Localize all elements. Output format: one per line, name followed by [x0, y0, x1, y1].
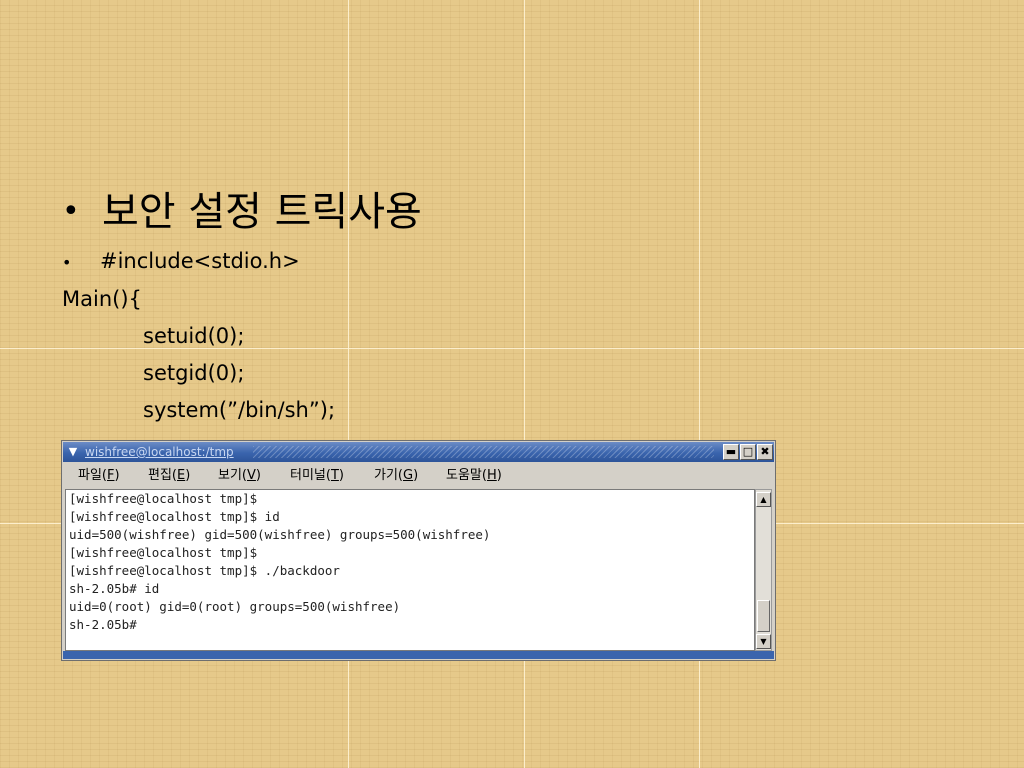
menu-help[interactable]: 도움말(H) — [446, 463, 502, 489]
terminal-line: sh-2.05b# — [69, 617, 137, 632]
bullet-icon: • — [62, 194, 80, 229]
code-line-main: Main(){ — [62, 287, 142, 311]
terminal-output: [wishfree@localhost tmp]$ [wishfree@local… — [69, 490, 490, 634]
menu-terminal[interactable]: 터미널(T) — [290, 463, 344, 489]
heading-text: 보안 설정 트릭사용 — [102, 189, 422, 235]
menu-go[interactable]: 가기(G) — [374, 463, 418, 489]
include-text: #include<stdio.h> — [100, 249, 300, 273]
terminal-line: uid=0(root) gid=0(root) groups=500(wishf… — [69, 599, 401, 614]
terminal-line: [wishfree@localhost tmp]$ id — [69, 509, 280, 524]
menu-file[interactable]: 파일(F) — [78, 463, 120, 489]
code-line-setuid: setuid(0); — [143, 324, 245, 348]
code-line-setgid: setgid(0); — [143, 361, 245, 385]
window-menu-icon[interactable]: ▼ — [66, 445, 80, 459]
terminal-title: wishfree@localhost:/tmp — [85, 445, 234, 459]
menu-view[interactable]: 보기(V) — [218, 463, 261, 489]
scroll-up-button[interactable]: ▲ — [756, 492, 771, 507]
terminal-line: [wishfree@localhost tmp]$ — [69, 545, 258, 560]
maximize-button[interactable]: □ — [740, 444, 756, 460]
terminal-line: uid=500(wishfree) gid=500(wishfree) grou… — [69, 527, 491, 542]
terminal-line: [wishfree@localhost tmp]$ ./backdoor — [69, 563, 340, 578]
vertical-scrollbar[interactable]: ▲ ▼ — [755, 489, 772, 651]
terminal-output-area[interactable]: [wishfree@localhost tmp]$ [wishfree@local… — [65, 489, 755, 651]
bullet-icon: • — [62, 253, 72, 272]
titlebar-hatch — [253, 446, 714, 458]
scroll-down-button[interactable]: ▼ — [756, 634, 771, 649]
minimize-button[interactable]: ▬ — [723, 444, 739, 460]
scroll-thumb[interactable] — [757, 600, 770, 632]
terminal-titlebar[interactable]: ▼ wishfree@localhost:/tmp ▬ □ ✖ — [63, 442, 774, 462]
terminal-menubar: 파일(F) 편집(E) 보기(V) 터미널(T) 가기(G) 도움말(H) — [63, 463, 774, 489]
code-line-system: system(”/bin/sh”); — [143, 398, 336, 422]
close-button[interactable]: ✖ — [757, 444, 773, 460]
terminal-line: sh-2.05b# id — [69, 581, 160, 596]
code-line-include: • #include<stdio.h> — [62, 247, 300, 277]
terminal-window: ▼ wishfree@localhost:/tmp ▬ □ ✖ 파일(F) 편집… — [61, 440, 776, 661]
slide-heading: • 보안 설정 트릭사용 — [62, 184, 422, 240]
terminal-line: [wishfree@localhost tmp]$ — [69, 491, 258, 506]
menu-edit[interactable]: 편집(E) — [148, 463, 190, 489]
window-bottom-border — [63, 651, 774, 659]
